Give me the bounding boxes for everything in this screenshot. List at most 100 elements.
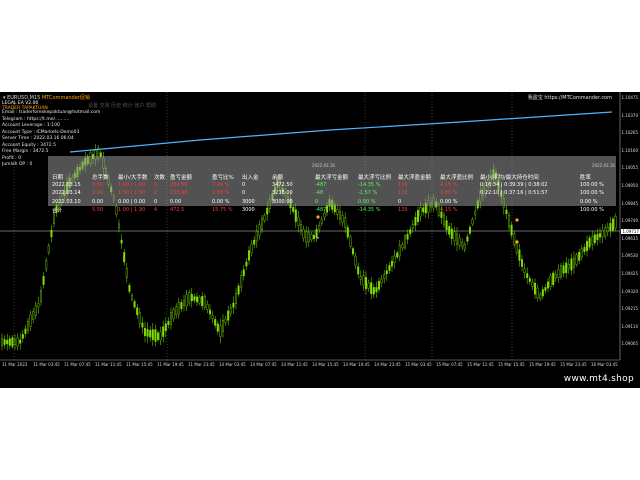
panel-date-right: 2022.03.16 [592, 163, 615, 168]
stats-cell: 2022.03.10 [52, 198, 81, 205]
candle-body [365, 276, 368, 290]
candle-body [547, 281, 550, 289]
stats-cell: -14.35 % [358, 206, 381, 213]
price-tick: 1.10055 [621, 165, 638, 171]
candle-body [229, 307, 232, 314]
candle-body [250, 243, 253, 253]
candle-body [247, 250, 250, 261]
candle-body [339, 211, 342, 220]
candle-body [404, 235, 407, 249]
stats-cell: 234.56 [170, 182, 188, 188]
price-tick: 1.09845 [621, 200, 638, 206]
candle-body [357, 266, 360, 275]
candle-body [614, 216, 617, 229]
candle-body [24, 328, 27, 334]
candle-body [237, 285, 240, 295]
candle-body [149, 330, 152, 338]
stats-cell: 0.00 | 0.00 [118, 198, 146, 205]
candle-body [138, 312, 141, 324]
candle-body [549, 275, 552, 288]
price-tick: 1.10160 [621, 147, 638, 153]
candle-body [531, 282, 534, 287]
stats-header: 最大浮盈金额 [398, 175, 432, 181]
stats-cell: 2 [154, 190, 158, 197]
candle-body [305, 231, 308, 243]
stats-cell: 1.00 | 1.90 [118, 206, 146, 213]
candle-body [409, 229, 412, 234]
candle-body [175, 306, 178, 315]
candle-body [125, 267, 128, 278]
candle-body [518, 249, 521, 261]
stats-cell: 0:22:10 | 0:37:16 | 0:51:57 [480, 190, 548, 197]
candle-body [11, 337, 14, 347]
candle-body [154, 329, 157, 342]
candle-body [401, 244, 404, 249]
candle-body [310, 234, 313, 240]
candle-body [42, 275, 45, 285]
time-tick: 15 Mar 15:45 [498, 362, 525, 367]
panel-date-left: 2022.03.16 [312, 163, 335, 168]
price-tick: 1.09320 [621, 288, 638, 294]
stats-cell: 0 [242, 190, 246, 197]
price-tick: 1.09005 [621, 341, 638, 347]
candle-body [604, 227, 607, 237]
candle-body [133, 301, 136, 308]
stats-header: 最大浮盈比例 [440, 175, 474, 181]
candle-body [232, 302, 235, 308]
stats-cell: 0.00 [92, 198, 104, 205]
stats-cell: 3.80 % [440, 190, 458, 197]
candle-body [508, 214, 511, 228]
price-tick: 1.09215 [621, 306, 638, 312]
candle-body [606, 226, 609, 232]
candle-body [45, 260, 48, 270]
candle-body [47, 245, 50, 253]
time-tick: 14 Mar 07:45 [250, 362, 277, 367]
chart-window[interactable]: ▾ EURUSD,M15 MTCommander促销 我盈宝 https://M… [0, 92, 640, 388]
price-tick: 1.09530 [621, 253, 638, 259]
stats-cell: 5.50 [92, 206, 104, 213]
candle-body [211, 315, 214, 320]
candle-body [53, 212, 56, 224]
stats-cell: 0 [398, 198, 402, 205]
candle-body [117, 223, 120, 229]
candle-body [552, 272, 555, 285]
price-tick: 1.09110 [621, 323, 638, 329]
candle-body [422, 207, 425, 213]
time-tick: 15 Mar 03:45 [405, 362, 432, 367]
candle-body [193, 296, 196, 301]
candle-body [391, 260, 394, 267]
stats-cell: 100.00 % [580, 190, 604, 197]
candle-body [21, 334, 24, 339]
stats-cell: 100.00 % [580, 182, 604, 188]
candle-body [190, 294, 193, 302]
candle-body [536, 287, 539, 299]
candle-body [466, 236, 469, 242]
candle-body [583, 247, 586, 252]
candle-body [383, 274, 386, 279]
stats-cell: 0.00 % [212, 198, 230, 205]
time-tick: 14 Mar 11:45 [281, 362, 308, 367]
time-tick: 16 Mar 03:45 [591, 362, 618, 367]
candle-body [3, 339, 6, 345]
watermark: www.mt4.shop [563, 374, 634, 384]
stats-header: 最大浮亏金额 [315, 175, 349, 181]
stats-cell: -487 [315, 182, 327, 188]
stats-cell: 2022.03.14 [52, 190, 81, 197]
stats-header: 日期 [52, 175, 64, 181]
stats-header: 余额 [272, 175, 284, 181]
candle-body [201, 296, 204, 307]
stats-cell: 0 [242, 182, 246, 188]
candle-body [188, 292, 191, 304]
candle-body [261, 218, 264, 230]
candle-body [570, 258, 573, 271]
stats-header: 最小/平均/最大持仓时间 [480, 175, 539, 181]
trade-marker [515, 218, 519, 222]
candle-body [471, 219, 474, 225]
candle-body [534, 282, 537, 295]
stats-cell: -14.35 % [358, 182, 381, 188]
candle-body [320, 218, 323, 224]
candle-body [162, 326, 165, 337]
stats-cell: -487 [315, 206, 327, 213]
candle-body [346, 227, 349, 238]
candle-body [526, 273, 529, 278]
